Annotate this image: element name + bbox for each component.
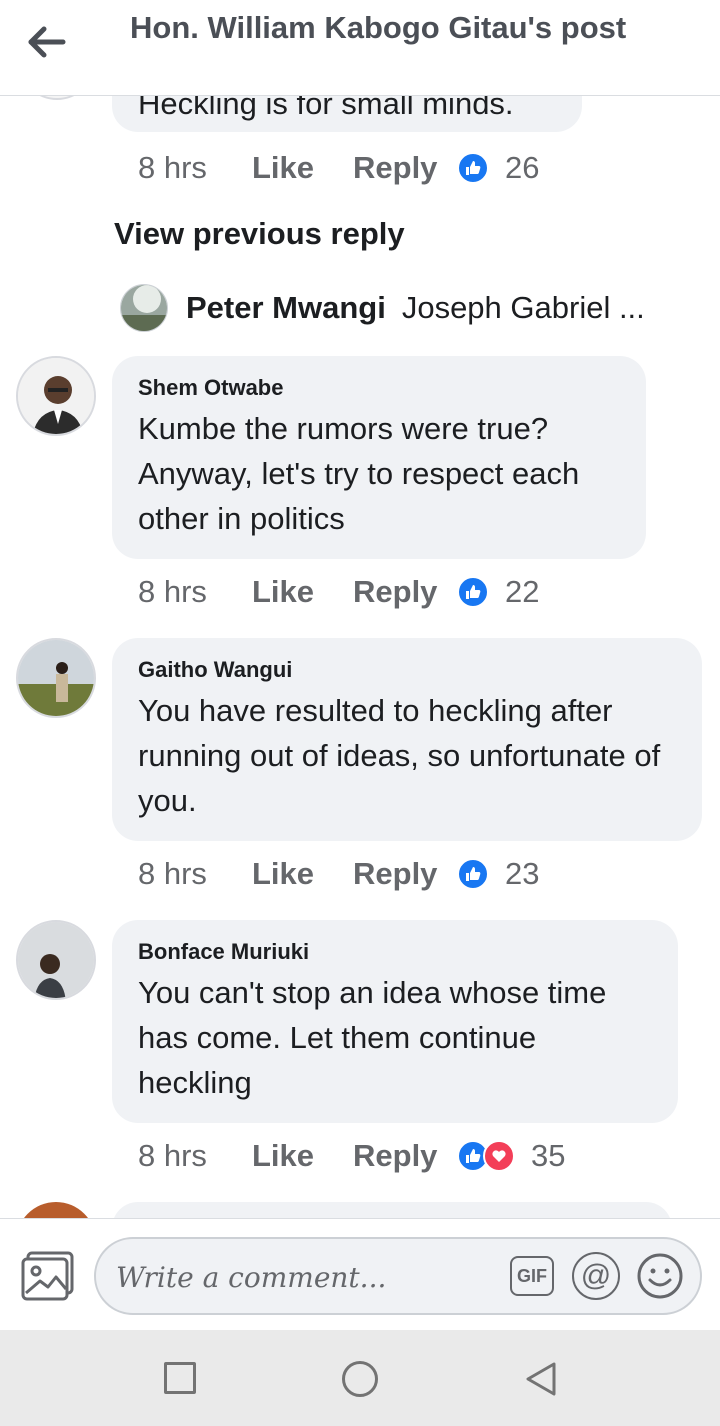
reactions[interactable]: 22: [457, 574, 539, 610]
reply-author[interactable]: Peter Mwangi: [186, 290, 386, 326]
comment-time[interactable]: 8 hrs: [138, 150, 252, 186]
thumbs-up-icon: [457, 152, 489, 184]
heart-icon: [483, 1140, 515, 1172]
comment-bubble[interactable]: Shem Otwabe Kumbe the rumors were true? …: [112, 356, 646, 559]
thumbs-up-icon: [457, 858, 489, 890]
comment-bubble[interactable]: [112, 1202, 672, 1218]
photo-icon: [21, 1251, 74, 1301]
comment-bubble[interactable]: Gaitho Wangui You have resulted to heckl…: [112, 638, 702, 841]
comment-actions: 8 hrs Like Reply 22: [138, 572, 539, 612]
comment-composer: GIF @: [0, 1218, 720, 1330]
view-previous-reply-link[interactable]: View previous reply: [114, 216, 405, 252]
like-button[interactable]: Like: [252, 856, 353, 892]
comments-feed[interactable]: Heckling is for small minds. 8 hrs Like …: [0, 96, 720, 1218]
comment-input[interactable]: [116, 1255, 496, 1299]
photo-button[interactable]: [20, 1251, 76, 1301]
comment-author[interactable]: Gaitho Wangui: [138, 656, 676, 684]
reactions[interactable]: 35: [457, 1138, 565, 1174]
comment-author[interactable]: Bonface Muriuki: [138, 938, 652, 966]
avatar[interactable]: [18, 96, 96, 100]
comment-actions: 8 hrs Like Reply 35: [138, 1136, 565, 1176]
reply-button[interactable]: Reply: [353, 856, 457, 892]
reactions[interactable]: 26: [457, 150, 539, 186]
reply-button[interactable]: Reply: [353, 1138, 457, 1174]
reply-button[interactable]: Reply: [353, 574, 457, 610]
like-button[interactable]: Like: [252, 150, 353, 186]
avatar[interactable]: [16, 920, 96, 1000]
triangle-back-icon: [526, 1362, 556, 1396]
smiley-icon: [637, 1253, 683, 1299]
comment-time[interactable]: 8 hrs: [138, 574, 252, 610]
reaction-count: 22: [505, 574, 540, 609]
avatar[interactable]: [16, 356, 96, 436]
like-button[interactable]: Like: [252, 1138, 353, 1174]
post-header: Hon. William Kabogo Gitau's post: [0, 0, 720, 96]
comment-bubble[interactable]: Bonface Muriuki You can't stop an idea w…: [112, 920, 678, 1123]
emoji-button[interactable]: [636, 1252, 684, 1300]
recent-apps-button[interactable]: [164, 1362, 196, 1394]
reaction-count: 26: [505, 150, 540, 185]
home-button[interactable]: [342, 1361, 378, 1397]
comment-text: Kumbe the rumors were true? Anyway, let'…: [138, 411, 580, 536]
comment-text: Heckling is for small minds.: [138, 96, 514, 121]
comment-text: You have resulted to heckling after runn…: [138, 693, 661, 818]
comment-input-container: GIF @: [94, 1237, 702, 1315]
reply-button[interactable]: Reply: [353, 150, 457, 186]
back-button[interactable]: [24, 22, 70, 62]
comment-author[interactable]: Shem Otwabe: [138, 374, 620, 402]
system-nav-bar: [0, 1330, 720, 1426]
comment-time[interactable]: 8 hrs: [138, 856, 252, 892]
reaction-count: 35: [531, 1138, 566, 1173]
mention-button[interactable]: @: [572, 1252, 620, 1300]
avatar[interactable]: [16, 1202, 96, 1218]
comment-actions: 8 hrs Like Reply 23: [138, 854, 539, 894]
reactions[interactable]: 23: [457, 856, 539, 892]
comment-bubble[interactable]: Heckling is for small minds.: [112, 96, 582, 132]
reply-preview[interactable]: Peter Mwangi Joseph Gabriel ...: [120, 284, 645, 332]
like-button[interactable]: Like: [252, 574, 353, 610]
page-title: Hon. William Kabogo Gitau's post: [130, 10, 627, 45]
comment-actions: 8 hrs Like Reply 26: [138, 148, 539, 188]
reaction-count: 23: [505, 856, 540, 891]
comment-time[interactable]: 8 hrs: [138, 1138, 252, 1174]
system-back-button[interactable]: [522, 1360, 560, 1398]
comment-text: You can't stop an idea whose time has co…: [138, 975, 607, 1100]
avatar[interactable]: [16, 638, 96, 718]
avatar[interactable]: [120, 284, 168, 332]
thumbs-up-icon: [457, 576, 489, 608]
arrow-left-icon: [28, 26, 66, 58]
gif-button[interactable]: GIF: [510, 1256, 554, 1296]
reply-snippet: Joseph Gabriel ...: [401, 290, 645, 325]
